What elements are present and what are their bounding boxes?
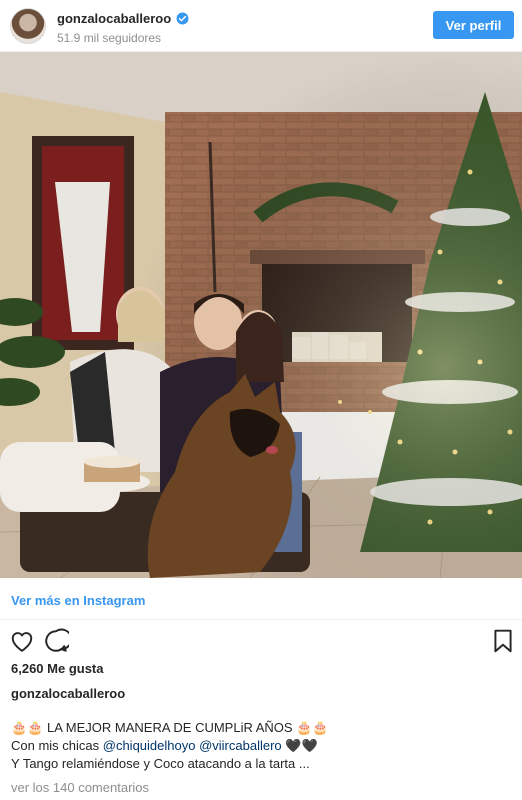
caption-line-3: Y Tango relamiéndose y Coco atacando a l… <box>11 756 310 771</box>
followers-count: 51.9 mil seguidores <box>57 31 162 45</box>
user-block: gonzalocaballeroo 51.9 mil seguidores <box>57 10 189 45</box>
verified-icon <box>176 12 189 25</box>
username[interactable]: gonzalocaballeroo <box>57 11 171 26</box>
view-more-link[interactable]: Ver más en Instagram <box>11 593 145 608</box>
caption-line-2-prefix: Con mis chicas <box>11 738 103 753</box>
heart-icon[interactable] <box>9 628 35 654</box>
caption-username[interactable]: gonzalocaballeroo <box>11 686 125 701</box>
username-row[interactable]: gonzalocaballeroo <box>57 11 189 26</box>
caption-line-2-suffix: 🖤🖤 <box>281 738 318 753</box>
photo-illustration <box>0 52 522 578</box>
likes-count[interactable]: 6,260 Me gusta <box>11 661 104 676</box>
caption-line-2: Con mis chicas @chiquidelhoyo @viircabal… <box>11 737 511 755</box>
mention-link[interactable]: @viircaballero <box>199 738 282 753</box>
view-comments-link[interactable]: ver los 140 comentarios <box>11 780 149 795</box>
avatar[interactable] <box>10 8 46 44</box>
caption: 🎂🎂 LA MEJOR MANERA DE CUMPLiR AÑOS 🎂🎂 Co… <box>11 719 511 773</box>
view-profile-button[interactable]: Ver perfil <box>433 11 514 39</box>
mention-link[interactable]: @chiquidelhoyo <box>103 738 196 753</box>
caption-line-1: 🎂🎂 LA MEJOR MANERA DE CUMPLiR AÑOS 🎂🎂 <box>11 720 329 735</box>
bookmark-icon[interactable] <box>490 628 516 654</box>
post-header: gonzalocaballeroo 51.9 mil seguidores Ve… <box>0 0 522 52</box>
comment-icon[interactable] <box>43 628 69 654</box>
post-photo[interactable] <box>0 52 522 578</box>
divider <box>0 619 522 620</box>
